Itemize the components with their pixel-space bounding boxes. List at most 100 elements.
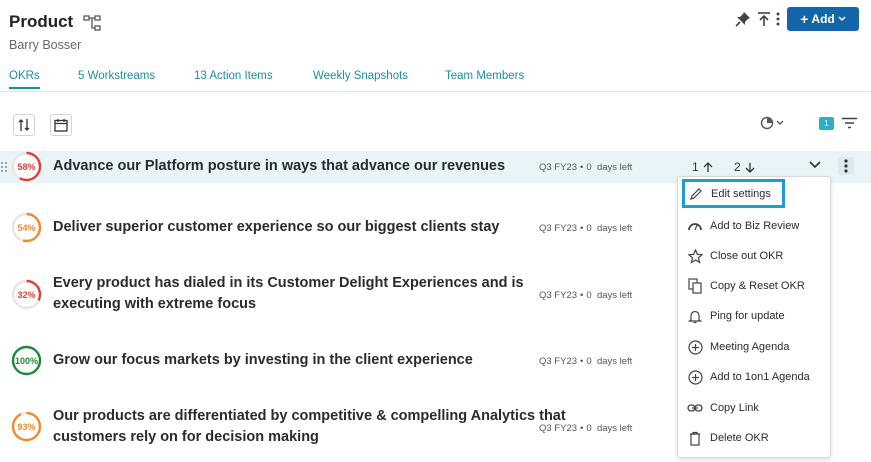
okr-meta: Q3 FY23 • 0 days left bbox=[539, 356, 633, 367]
rank-up[interactable]: 1 bbox=[692, 160, 713, 174]
okr-title[interactable]: Our products are differentiated by compe… bbox=[53, 406, 566, 448]
okr-days-label: days left bbox=[596, 290, 633, 301]
chevron-down-icon bbox=[838, 16, 846, 22]
menu-item-label: Meeting Agenda bbox=[710, 341, 790, 353]
progress-ring: 54% bbox=[11, 212, 42, 243]
pin-icon[interactable] bbox=[735, 11, 751, 27]
okr-meta: Q3 FY23 • 0 days left bbox=[539, 423, 633, 434]
plus-circle-icon bbox=[687, 339, 703, 355]
menu-item-label: Copy & Reset OKR bbox=[710, 280, 805, 292]
okr-quarter: Q3 FY23 bbox=[539, 423, 578, 434]
move-to-top-icon[interactable] bbox=[757, 11, 771, 27]
okr-title[interactable]: Deliver superior customer experience so … bbox=[53, 217, 499, 238]
bell-icon bbox=[688, 310, 702, 323]
progress-label: 100% bbox=[14, 355, 39, 366]
add-button-label: Add bbox=[811, 12, 835, 26]
okr-days-label: days left bbox=[596, 423, 633, 434]
menu-item-close-out-okr[interactable]: Close out OKR bbox=[678, 241, 830, 271]
plus-circle-icon bbox=[687, 369, 703, 385]
okr-days-label: days left bbox=[596, 356, 633, 367]
menu-item-label: Edit settings bbox=[711, 187, 771, 200]
menu-item-label: Copy Link bbox=[710, 402, 759, 414]
progress-label: 32% bbox=[17, 289, 36, 300]
okr-title-line: executing with extreme focus bbox=[53, 296, 257, 312]
okr-meta: Q3 FY23 • 0 days left bbox=[539, 223, 633, 234]
tab-okrs[interactable]: OKRs bbox=[9, 70, 40, 89]
calendar-icon bbox=[54, 119, 68, 132]
row-more-button[interactable] bbox=[838, 157, 854, 175]
arrow-down-icon bbox=[745, 162, 755, 173]
rank-up-value: 1 bbox=[692, 160, 699, 174]
page-title: Product bbox=[9, 12, 74, 31]
progress-ring: 32% bbox=[11, 279, 42, 310]
okr-days: 0 bbox=[586, 290, 592, 301]
org-chart-icon[interactable] bbox=[83, 15, 101, 31]
rank-down[interactable]: 2 bbox=[734, 160, 755, 174]
progress-ring: 100% bbox=[11, 345, 42, 376]
page-header: Product Barry Bosser + Add bbox=[0, 0, 871, 60]
menu-item-label: Ping for update bbox=[710, 310, 785, 322]
sort-icon bbox=[18, 119, 30, 131]
drag-handle-icon[interactable] bbox=[0, 161, 8, 173]
progress-ring: 58% bbox=[11, 151, 42, 182]
view-toggle-icon[interactable] bbox=[760, 116, 786, 130]
plus-icon: + bbox=[800, 11, 809, 27]
menu-item-meeting-agenda[interactable]: Meeting Agenda bbox=[678, 332, 830, 362]
okr-meta: Q3 FY23 • 0 days left bbox=[539, 290, 633, 301]
calendar-button[interactable] bbox=[50, 114, 72, 136]
trash-icon bbox=[690, 431, 700, 446]
filter-icon[interactable] bbox=[842, 117, 857, 129]
okr-quarter: Q3 FY23 bbox=[539, 162, 578, 173]
menu-item-copy-link[interactable]: Copy Link bbox=[678, 393, 830, 423]
sort-button[interactable] bbox=[13, 114, 35, 136]
tab-weekly-snapshots[interactable]: Weekly Snapshots bbox=[313, 70, 408, 82]
copy-icon bbox=[688, 278, 702, 294]
pencil-icon bbox=[690, 187, 702, 200]
okr-days-label: days left bbox=[596, 223, 633, 234]
okr-title[interactable]: Every product has dialed in its Customer… bbox=[53, 273, 524, 315]
okr-days: 0 bbox=[586, 423, 592, 434]
menu-item-add-to-biz-review[interactable]: Add to Biz Review bbox=[678, 211, 830, 241]
tab-action-items[interactable]: 13 Action Items bbox=[194, 70, 273, 82]
okr-title-line: customers rely on for decision making bbox=[53, 429, 319, 445]
progress-label: 93% bbox=[17, 421, 36, 432]
okr-title[interactable]: Grow our focus markets by investing in t… bbox=[53, 350, 473, 371]
add-button[interactable]: + Add bbox=[787, 7, 859, 31]
okr-title[interactable]: Advance our Platform posture in ways tha… bbox=[53, 156, 505, 177]
okr-days: 0 bbox=[586, 162, 592, 173]
menu-item-label: Close out OKR bbox=[710, 250, 784, 262]
menu-item-label: Delete OKR bbox=[710, 432, 769, 444]
okr-quarter: Q3 FY23 bbox=[539, 290, 578, 301]
menu-item-delete-okr[interactable]: Delete OKR bbox=[678, 423, 830, 453]
menu-item-edit-settings[interactable]: Edit settings bbox=[682, 179, 785, 208]
gauge-icon bbox=[688, 223, 702, 231]
menu-item-label: Add to 1on1 Agenda bbox=[710, 371, 810, 383]
okr-context-menu: Edit settings Add to Biz Review Close ou… bbox=[677, 176, 831, 458]
okr-quarter: Q3 FY23 bbox=[539, 356, 578, 367]
progress-ring: 93% bbox=[11, 411, 42, 442]
rank-down-value: 2 bbox=[734, 160, 741, 174]
progress-label: 54% bbox=[17, 222, 36, 233]
tab-team-members[interactable]: Team Members bbox=[445, 70, 524, 82]
filter-count-badge: 1 bbox=[819, 117, 834, 130]
okr-days: 0 bbox=[586, 223, 592, 234]
okr-quarter: Q3 FY23 bbox=[539, 223, 578, 234]
menu-item-copy-reset-okr[interactable]: Copy & Reset OKR bbox=[678, 271, 830, 301]
page-subtitle: Barry Bosser bbox=[9, 38, 82, 52]
okr-title-line: Our products are differentiated by compe… bbox=[53, 408, 566, 424]
progress-label: 58% bbox=[17, 161, 36, 172]
menu-item-ping-for-update[interactable]: Ping for update bbox=[678, 301, 830, 331]
okr-days-label: days left bbox=[596, 162, 633, 173]
expand-chevron-icon[interactable] bbox=[808, 160, 822, 170]
star-icon bbox=[687, 248, 703, 264]
arrow-up-icon bbox=[703, 161, 713, 172]
okr-meta: Q3 FY23 • 0 days left bbox=[539, 162, 633, 173]
menu-item-add-to-1on1-agenda[interactable]: Add to 1on1 Agenda bbox=[678, 362, 830, 392]
link-icon bbox=[687, 404, 703, 412]
okr-days: 0 bbox=[586, 356, 592, 367]
menu-item-label: Add to Biz Review bbox=[710, 220, 800, 232]
okr-title-line: Every product has dialed in its Customer… bbox=[53, 275, 524, 291]
tab-bar: OKRs 5 Workstreams 13 Action Items Weekl… bbox=[0, 64, 871, 92]
tab-workstreams[interactable]: 5 Workstreams bbox=[78, 70, 155, 82]
header-more-icon[interactable] bbox=[774, 11, 782, 27]
